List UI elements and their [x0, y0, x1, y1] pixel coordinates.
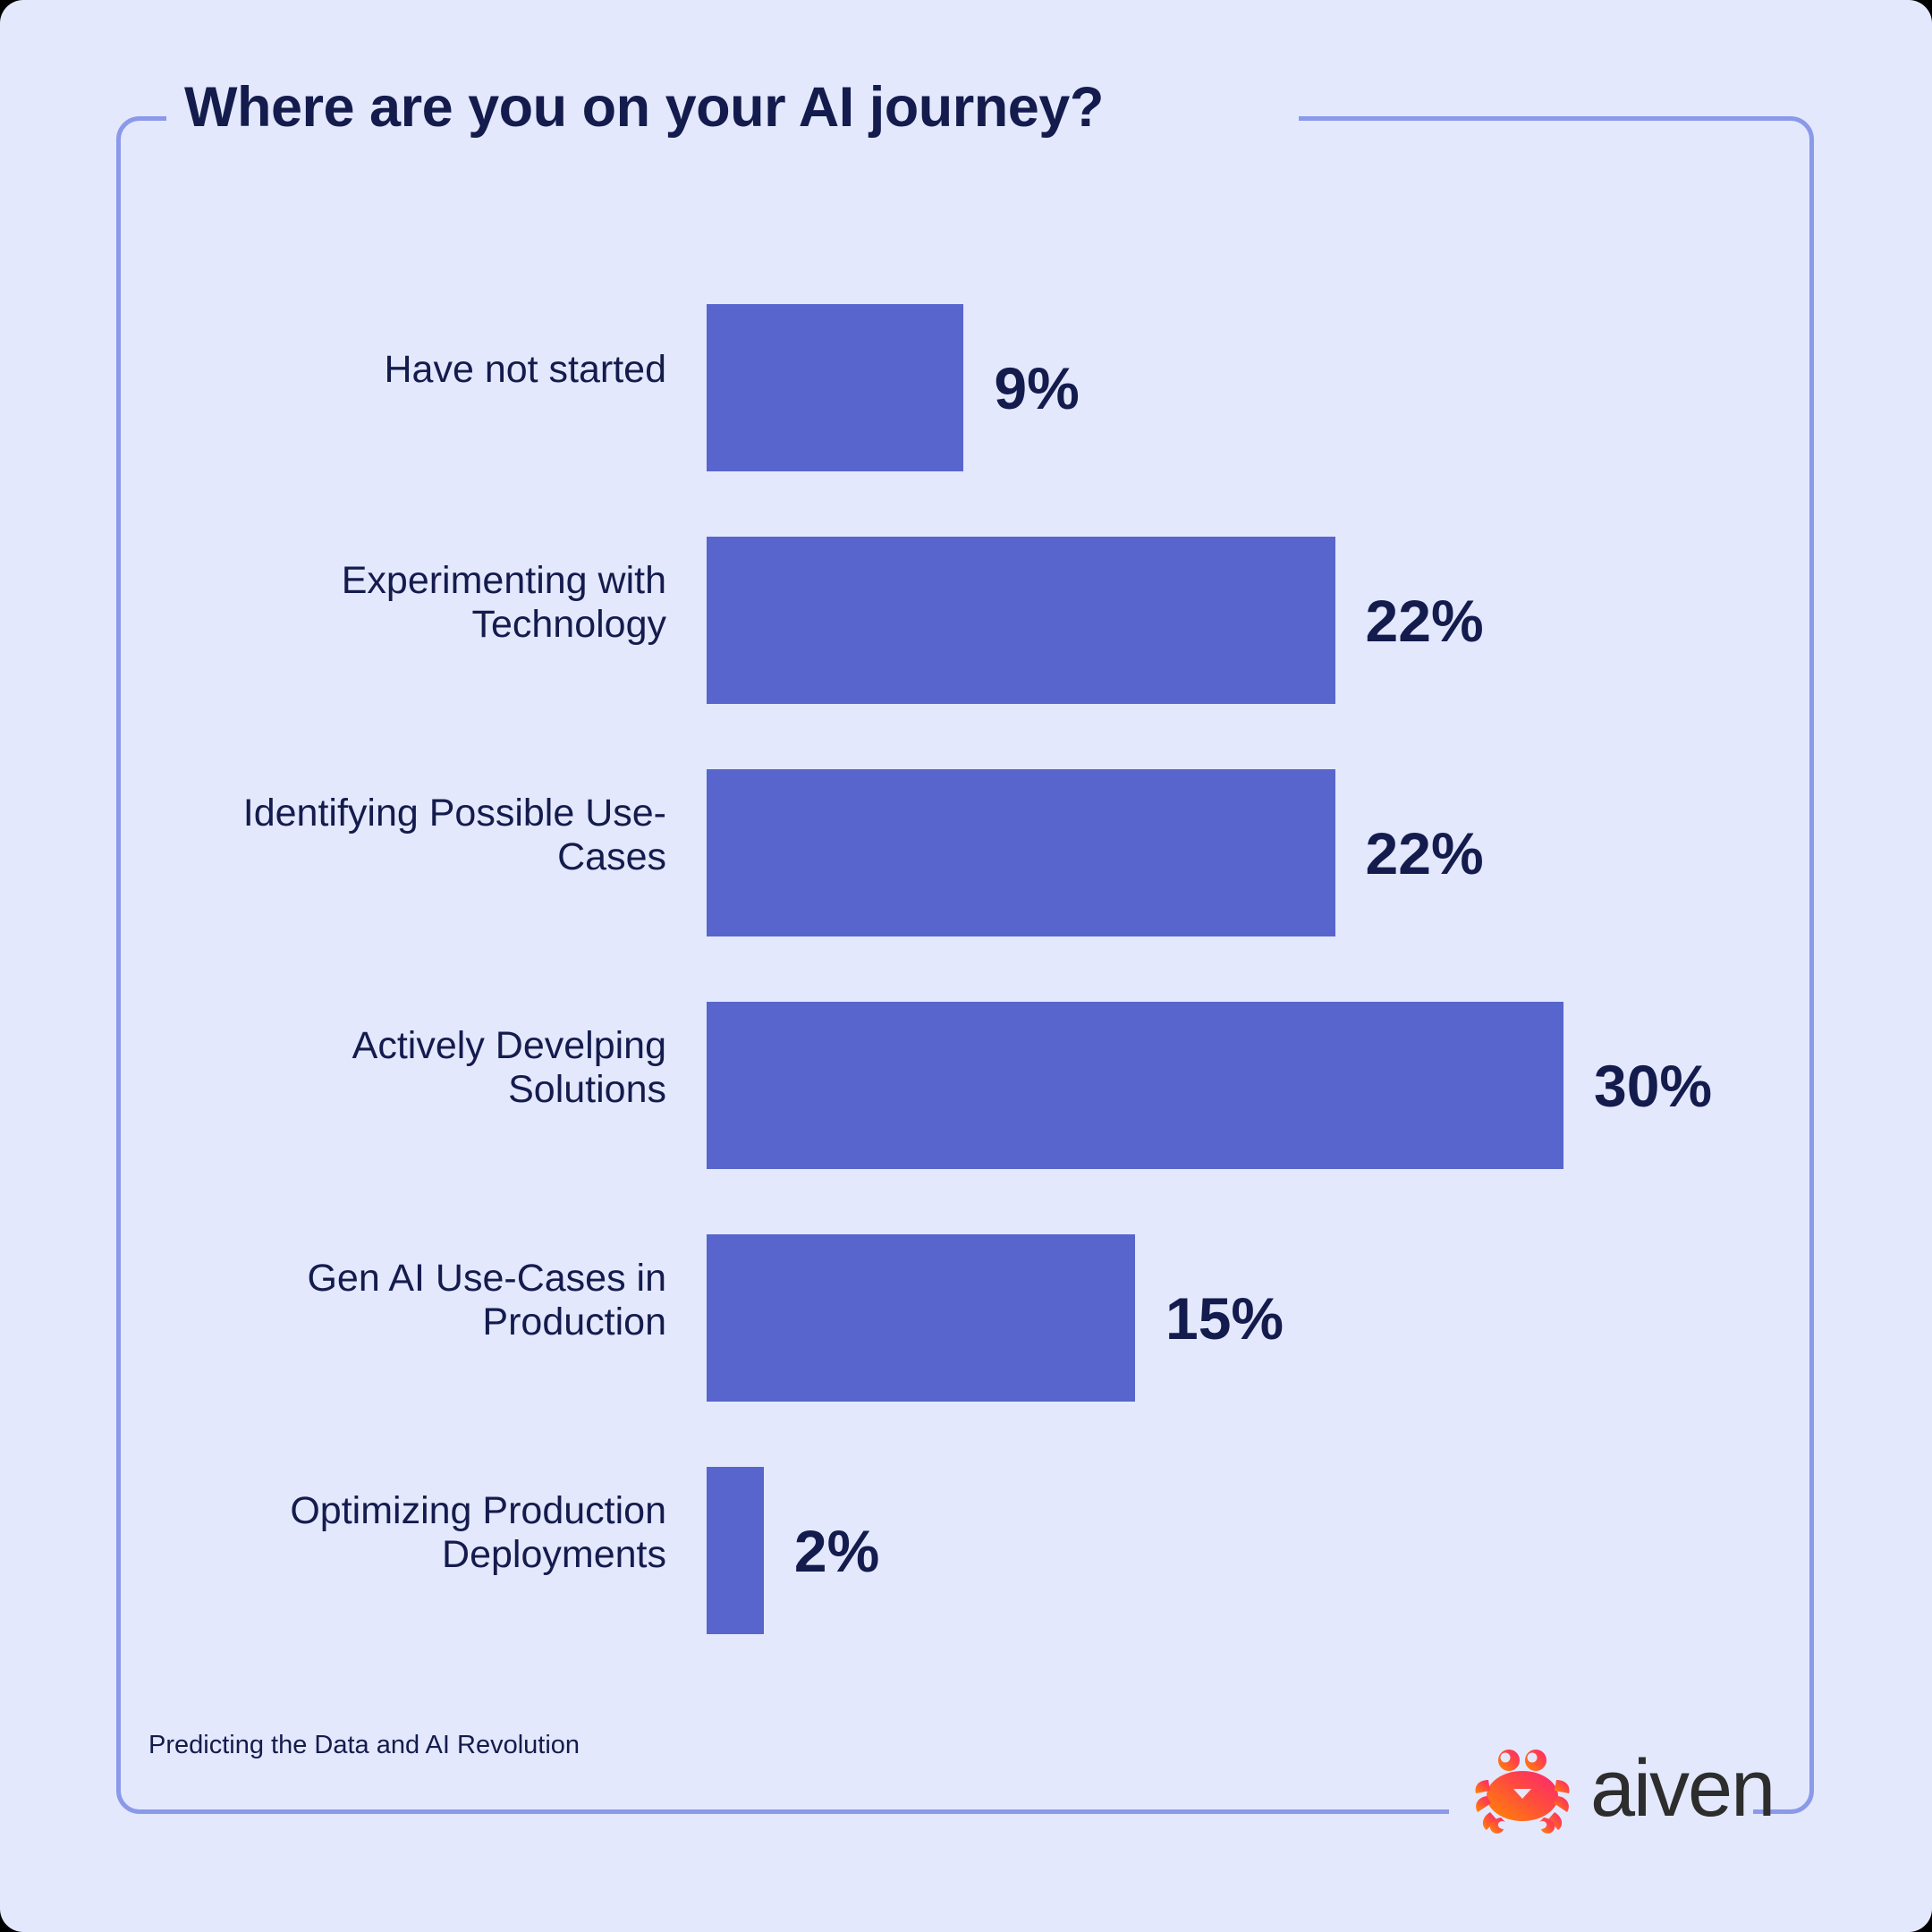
bar-category-label: Gen AI Use-Cases in Production: [307, 1257, 666, 1343]
bar-row: Have not started 9%: [0, 286, 1932, 519]
chart-title: Where are you on your AI journey?: [184, 76, 1104, 139]
bar-row: Optimizing Production Deployments 2%: [0, 1449, 1932, 1682]
bar-with-value: 22%: [707, 537, 1484, 704]
bar-category-label: Optimizing Production Deployments: [290, 1489, 666, 1576]
bar-row: Actively Develping Solutions 30%: [0, 984, 1932, 1216]
infographic-canvas: Where are you on your AI journey? Have n…: [0, 0, 1932, 1932]
bar-row: Experimenting with Technology 22%: [0, 519, 1932, 751]
bar-with-value: 9%: [707, 304, 1080, 471]
bar-with-value: 2%: [707, 1467, 879, 1634]
bar-with-value: 15%: [707, 1234, 1284, 1402]
bar-value-label: 2%: [793, 1517, 880, 1584]
bar-category-label: Have not started: [384, 348, 666, 392]
bar-rect: [707, 1467, 764, 1634]
aiven-wordmark: aiven: [1590, 1744, 1775, 1834]
bar-value-label: 22%: [1365, 587, 1484, 654]
aiven-logo: aiven: [1474, 1744, 1775, 1834]
bar-category-label: Identifying Possible Use-Cases: [242, 792, 666, 878]
bar-rect: [707, 1234, 1135, 1402]
bar-row: Gen AI Use-Cases in Production 15%: [0, 1216, 1932, 1449]
bar-rect: [707, 769, 1335, 936]
bar-value-label: 15%: [1165, 1284, 1284, 1352]
aiven-crab-icon: [1475, 1750, 1570, 1834]
bar-value-label: 30%: [1594, 1052, 1713, 1119]
bar-rect: [707, 304, 964, 471]
bar-category-label: Experimenting with Technology: [341, 559, 666, 646]
bar-rect: [707, 537, 1335, 704]
footer-source-note: Predicting the Data and AI Revolution: [148, 1731, 580, 1759]
bar-with-value: 30%: [707, 1002, 1712, 1169]
bar-rect: [707, 1002, 1563, 1169]
bar-value-label: 9%: [994, 354, 1080, 421]
bar-chart-plot-area: Have not started 9% Experimenting with T…: [0, 286, 1932, 1682]
bar-category-label: Actively Develping Solutions: [352, 1024, 666, 1111]
bar-row: Identifying Possible Use-Cases 22%: [0, 751, 1932, 984]
bar-value-label: 22%: [1365, 819, 1484, 886]
bar-with-value: 22%: [707, 769, 1484, 936]
